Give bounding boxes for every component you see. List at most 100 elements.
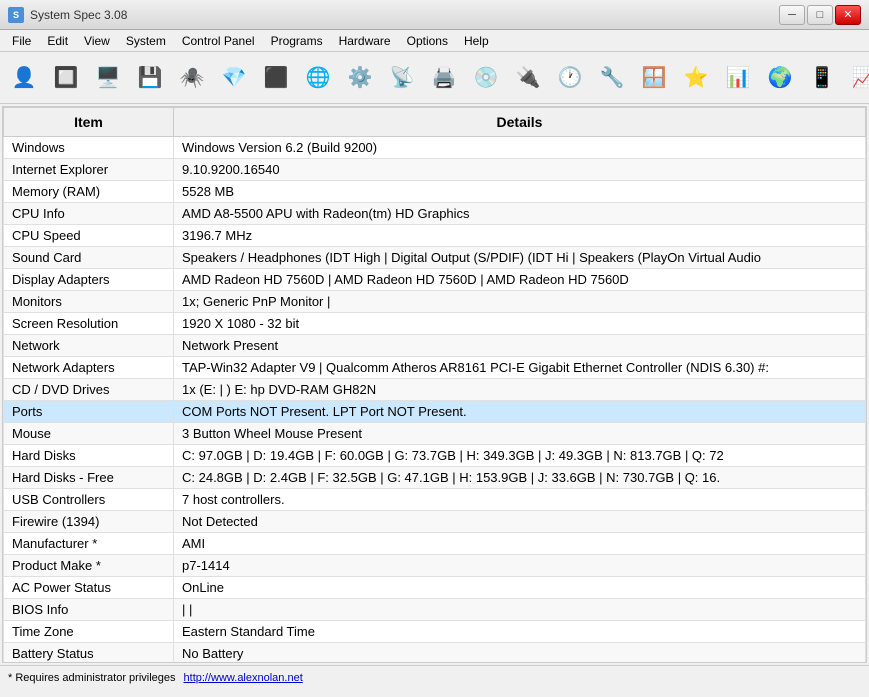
table-row[interactable]: Battery StatusNo Battery [4,643,866,663]
table-cell-item: BIOS Info [4,599,174,621]
minimize-button[interactable]: ─ [779,5,805,25]
table-cell-details: AMI [174,533,866,555]
menu-options[interactable]: Options [399,32,456,50]
table-row[interactable]: Network AdaptersTAP-Win32 Adapter V9 | Q… [4,357,866,379]
table-cell-item: Screen Resolution [4,313,174,335]
maximize-button[interactable]: □ [807,5,833,25]
table-cell-item: CPU Speed [4,225,174,247]
toolbar-processor[interactable]: ⬛ [256,56,296,100]
system-info-table: Item Details WindowsWindows Version 6.2 … [3,107,866,662]
spider-icon: 🕷️ [176,62,208,94]
table-cell-item: Product Make * [4,555,174,577]
toolbar-globe2[interactable]: 🌍 [760,56,800,100]
table-cell-details: COM Ports NOT Present. LPT Port NOT Pres… [174,401,866,423]
device-icon: 📱 [806,62,838,94]
table-row[interactable]: Manufacturer *AMI [4,533,866,555]
app-icon: S [8,7,24,23]
menu-hardware[interactable]: Hardware [331,32,399,50]
toolbar-globe[interactable]: 🌐 [298,56,338,100]
table-row[interactable]: Internet Explorer9.10.9200.16540 [4,159,866,181]
status-bar: * Requires administrator privileges http… [0,665,869,689]
toolbar-spider[interactable]: 🕷️ [172,56,212,100]
table-row[interactable]: NetworkNetwork Present [4,335,866,357]
table-row[interactable]: Hard DisksC: 97.0GB | D: 19.4GB | F: 60.… [4,445,866,467]
table-container[interactable]: Item Details WindowsWindows Version 6.2 … [3,107,866,662]
table-cell-details: AMD Radeon HD 7560D | AMD Radeon HD 7560… [174,269,866,291]
toolbar-chip[interactable]: 💎 [214,56,254,100]
table-row[interactable]: Screen Resolution1920 X 1080 - 32 bit [4,313,866,335]
table-cell-item: Network [4,335,174,357]
table-row[interactable]: USB Controllers7 host controllers. [4,489,866,511]
table-cell-details: Network Present [174,335,866,357]
star-icon: ⭐ [680,62,712,94]
close-button[interactable]: ✕ [835,5,861,25]
table-row[interactable]: CPU InfoAMD A8-5500 APU with Radeon(tm) … [4,203,866,225]
table-row[interactable]: Mouse3 Button Wheel Mouse Present [4,423,866,445]
table-row[interactable]: Sound CardSpeakers / Headphones (IDT Hig… [4,247,866,269]
table-cell-details: C: 24.8GB | D: 2.4GB | F: 32.5GB | G: 47… [174,467,866,489]
table-cell-item: Hard Disks - Free [4,467,174,489]
chip-icon: 💎 [218,62,250,94]
toolbar-person[interactable]: 👤 [4,56,44,100]
menu-view[interactable]: View [76,32,118,50]
toolbar-graph[interactable]: 📊 [718,56,758,100]
status-note: * Requires administrator privileges [8,672,176,684]
toolbar-windows[interactable]: 🪟 [634,56,674,100]
table-row[interactable]: BIOS Info | | [4,599,866,621]
menu-system[interactable]: System [118,32,174,50]
menu-file[interactable]: File [4,32,39,50]
memory-icon: 🔲 [50,62,82,94]
table-cell-details: 3196.7 MHz [174,225,866,247]
toolbar-cd[interactable]: 💿 [466,56,506,100]
toolbar-usb[interactable]: 🔌 [508,56,548,100]
table-cell-item: Time Zone [4,621,174,643]
table-row[interactable]: Product Make *p7-1414 [4,555,866,577]
toolbar-harddisk[interactable]: 💾 [130,56,170,100]
processor-icon: ⬛ [260,62,292,94]
table-cell-item: Hard Disks [4,445,174,467]
table-cell-details: AMD A8-5500 APU with Radeon(tm) HD Graph… [174,203,866,225]
person-icon: 👤 [8,62,40,94]
toolbar-device[interactable]: 📱 [802,56,842,100]
table-row[interactable]: AC Power StatusOnLine [4,577,866,599]
menu-help[interactable]: Help [456,32,497,50]
table-row[interactable]: Monitors1x; Generic PnP Monitor | [4,291,866,313]
table-cell-item: Monitors [4,291,174,313]
menu-edit[interactable]: Edit [39,32,76,50]
graph-icon: 📊 [722,62,754,94]
table-cell-item: Sound Card [4,247,174,269]
table-cell-details: No Battery [174,643,866,663]
table-row[interactable]: CPU Speed3196.7 MHz [4,225,866,247]
table-row[interactable]: Display AdaptersAMD Radeon HD 7560D | AM… [4,269,866,291]
tools-icon: 🔧 [596,62,628,94]
table-row[interactable]: Memory (RAM)5528 MB [4,181,866,203]
toolbar-printer[interactable]: 🖨️ [424,56,464,100]
column-header-details: Details [174,108,866,137]
toolbar: 👤 🔲 🖥️ 💾 🕷️ 💎 ⬛ 🌐 ⚙️ 📡 🖨️ 💿 🔌 🕐 🔧 🪟 ⭐ 📊 … [0,52,869,104]
monitor-icon: 🖥️ [92,62,124,94]
table-row[interactable]: CD / DVD Drives1x (E: | ) E: hp DVD-RAM … [4,379,866,401]
table-row[interactable]: WindowsWindows Version 6.2 (Build 9200) [4,137,866,159]
toolbar-star[interactable]: ⭐ [676,56,716,100]
table-cell-item: Ports [4,401,174,423]
menu-control-panel[interactable]: Control Panel [174,32,263,50]
menu-programs[interactable]: Programs [263,32,331,50]
toolbar-gear[interactable]: ⚙️ [340,56,380,100]
toolbar-tools[interactable]: 🔧 [592,56,632,100]
table-cell-item: Display Adapters [4,269,174,291]
table-row[interactable]: Time ZoneEastern Standard Time [4,621,866,643]
status-link[interactable]: http://www.alexnolan.net [184,672,303,684]
toolbar-memory[interactable]: 🔲 [46,56,86,100]
gear-icon: ⚙️ [344,62,376,94]
table-row[interactable]: PortsCOM Ports NOT Present. LPT Port NOT… [4,401,866,423]
toolbar-clock[interactable]: 🕐 [550,56,590,100]
table-cell-details: Not Detected [174,511,866,533]
table-cell-details: 1x (E: | ) E: hp DVD-RAM GH82N [174,379,866,401]
toolbar-network[interactable]: 📡 [382,56,422,100]
toolbar-chart[interactable]: 📈 [844,56,869,100]
toolbar-monitor[interactable]: 🖥️ [88,56,128,100]
table-cell-details: 7 host controllers. [174,489,866,511]
table-cell-item: Network Adapters [4,357,174,379]
table-row[interactable]: Hard Disks - FreeC: 24.8GB | D: 2.4GB | … [4,467,866,489]
table-row[interactable]: Firewire (1394)Not Detected [4,511,866,533]
